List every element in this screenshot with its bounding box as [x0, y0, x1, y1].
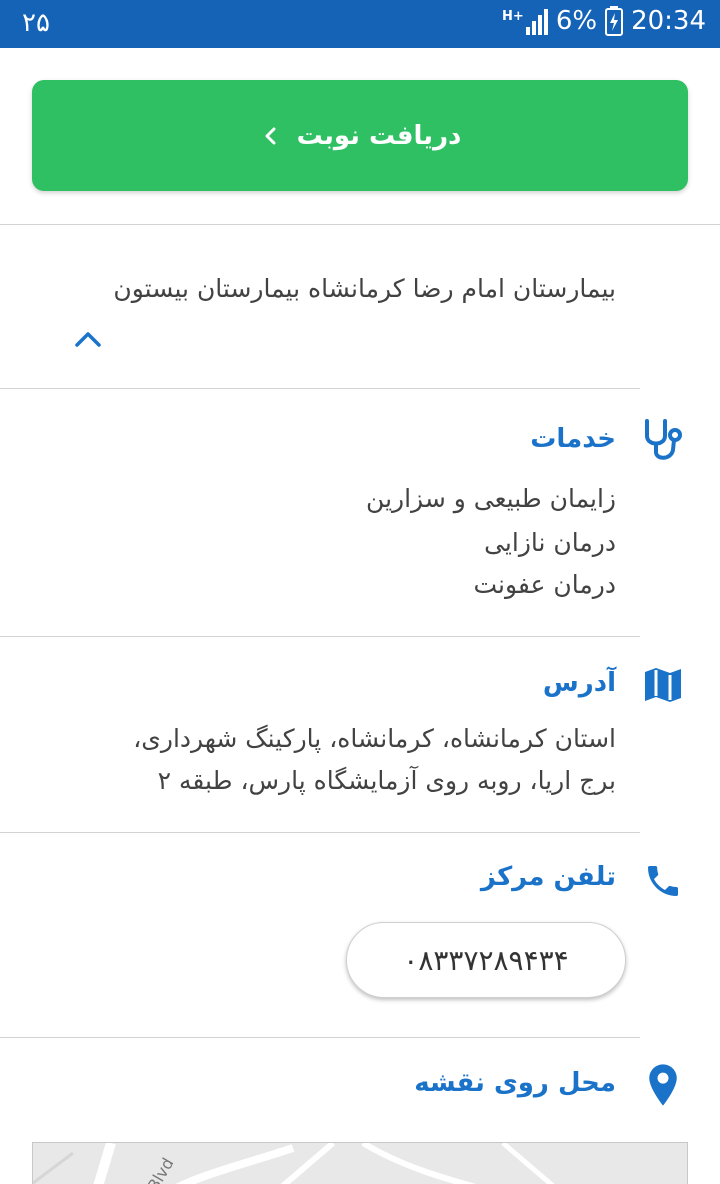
chevron-left-icon: [265, 127, 276, 144]
divider: [0, 832, 640, 833]
network-type: H+: [502, 9, 524, 24]
get-appointment-button[interactable]: دریافت نوبت: [32, 80, 688, 191]
get-appointment-label: دریافت نوبت: [296, 120, 462, 151]
service-item: زایمان طبیعی و سزارین: [366, 484, 616, 513]
address-title: آدرس: [542, 668, 616, 698]
center-description: بیمارستان امام رضا کرمانشاه بیمارستان بی…: [113, 274, 616, 303]
battery-percent: 6%: [555, 6, 598, 36]
status-indicators: H+ 6% 20:34: [502, 6, 706, 36]
clock: 20:34: [631, 6, 706, 36]
map-roads: [33, 1143, 555, 1184]
status-bar: ۲۵ H+ 6% 20:34: [0, 0, 720, 48]
services-title: خدمات: [530, 424, 616, 454]
address-line: استان کرمانشاه، کرمانشاه، پارکینگ شهردار…: [133, 724, 616, 753]
location-pin-icon: [640, 1062, 686, 1108]
map-icon: [640, 662, 686, 708]
collapse-button[interactable]: [70, 324, 106, 354]
divider: [0, 388, 640, 389]
divider: [0, 1037, 640, 1038]
divider: [0, 224, 720, 225]
phone-icon: [640, 858, 686, 904]
notification-badge: ۲۵: [22, 8, 50, 38]
address-line: برج اریا، روبه روی آزمایشگاه پارس، طبقه …: [157, 766, 616, 795]
divider: [0, 636, 640, 637]
phone-number-button[interactable]: ۰۸۳۳۷۲۸۹۴۳۴: [346, 922, 626, 998]
battery-charging-icon: [605, 6, 624, 36]
map-view[interactable]: Blvd: [32, 1142, 688, 1184]
chevron-up-icon: [75, 332, 101, 347]
map-title: محل روی نقشه: [414, 1068, 616, 1098]
signal-icon: [525, 9, 548, 35]
stethoscope-icon: [640, 418, 686, 464]
service-item: درمان عفونت: [473, 570, 616, 599]
service-item: درمان نازایی: [484, 528, 616, 557]
phone-title: تلفن مرکز: [480, 862, 616, 892]
